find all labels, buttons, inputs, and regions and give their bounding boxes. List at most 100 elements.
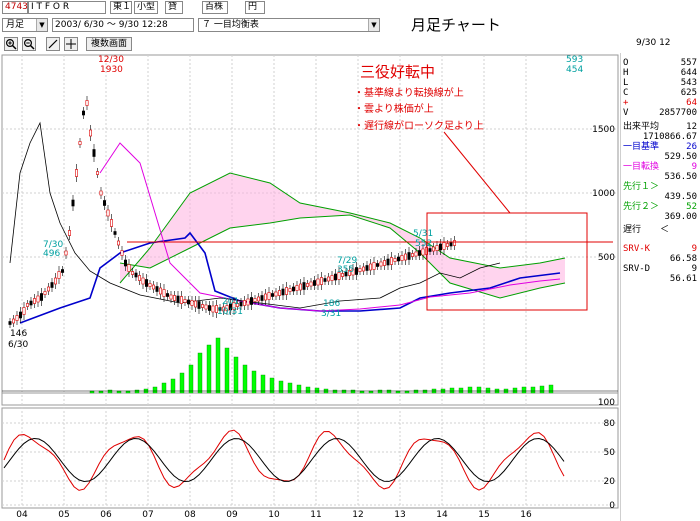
volume-bar xyxy=(296,384,302,394)
x-tick-label: 09 xyxy=(226,510,238,520)
candle-body xyxy=(169,294,173,300)
candle-body xyxy=(284,287,288,295)
candle-body xyxy=(60,269,64,273)
volume-bar xyxy=(107,389,113,394)
candle-body xyxy=(155,286,159,292)
candle-body xyxy=(288,288,292,292)
candle-body xyxy=(131,271,135,275)
candle-body xyxy=(64,250,68,256)
volume-bar xyxy=(260,374,266,394)
info-senko2-value: 369.00 xyxy=(664,212,697,222)
volume-bar xyxy=(197,352,203,394)
candle-body xyxy=(39,293,43,301)
candle-body xyxy=(309,281,313,287)
candle-body xyxy=(396,256,400,262)
candle-body xyxy=(326,276,330,282)
b-value-label: 201 xyxy=(222,297,239,307)
volume-bar xyxy=(458,387,464,394)
g-value-label: 454 xyxy=(566,65,583,75)
volume-bar xyxy=(341,389,347,394)
y-tick-label: 500 xyxy=(598,253,615,263)
info-v-row: V 2857700 xyxy=(623,108,697,118)
candle-body xyxy=(53,277,57,285)
zoom-in-icon[interactable] xyxy=(4,37,18,51)
candle-body xyxy=(354,267,358,275)
indicator-select[interactable]: ７ 一目均衡表 ▼ xyxy=(198,18,380,32)
volume-bar xyxy=(512,387,518,394)
candle-body xyxy=(393,258,397,262)
candle-body xyxy=(18,311,22,319)
volume-bar xyxy=(485,387,491,394)
toolbar-row-2: 月足 ▼ 2003/ 6/30 〜 9/30 12:28 ７ 一目均衡表 ▼ xyxy=(0,17,700,35)
candle-body xyxy=(82,110,86,116)
low1-date-label: 6/30 xyxy=(8,340,28,350)
stock-code-field[interactable]: 4743 xyxy=(2,1,28,14)
x-tick-label: 05 xyxy=(58,510,69,520)
candle-body xyxy=(445,243,449,247)
candle-body xyxy=(260,295,264,301)
x-tick-label: 16 xyxy=(520,510,532,520)
candle-body xyxy=(8,321,12,325)
candle-body xyxy=(43,291,47,295)
volume-tick-label: 100 xyxy=(598,398,615,408)
volume-bar xyxy=(314,387,320,394)
candle-body xyxy=(173,295,177,301)
volume-bar xyxy=(521,386,527,394)
zoom-out-icon[interactable] xyxy=(22,37,36,51)
candle-body xyxy=(201,304,205,308)
f-value-label: 593 xyxy=(566,55,583,65)
type-field: 貸 xyxy=(165,1,183,14)
x-tick-label: 10 xyxy=(268,510,280,520)
volume-bar xyxy=(530,386,536,394)
candle-body xyxy=(113,231,117,235)
candle-body xyxy=(71,199,75,207)
volume-bar xyxy=(377,389,383,394)
x-tick-label: 07 xyxy=(142,510,153,520)
candle-body xyxy=(449,241,453,247)
candle-body xyxy=(145,279,149,287)
volume-bar xyxy=(413,389,419,394)
candle-body xyxy=(197,301,201,309)
volume-bar xyxy=(539,385,545,394)
candle-body xyxy=(148,283,152,287)
candle-body xyxy=(414,251,418,257)
candle-body xyxy=(358,268,362,272)
x-tick-label: 13 xyxy=(394,510,405,520)
candle-body xyxy=(281,288,285,296)
candle-body xyxy=(180,296,184,304)
candle-body xyxy=(162,289,166,297)
candle-body xyxy=(253,298,257,302)
annotation-line-3: ・遅行線がローソク足より上 xyxy=(354,119,484,132)
candle-body xyxy=(379,261,383,267)
stock-name-field: I T F O R xyxy=(28,1,106,14)
candle-body xyxy=(298,283,302,291)
period-select[interactable]: 月足 ▼ xyxy=(2,18,48,32)
chart-area[interactable]: 04 05 06 07 08 09 10 11 12 13 14 15 16 1500 1000 500 100… xyxy=(0,53,620,521)
info-date: 9/30 12 xyxy=(636,38,671,48)
candle-body xyxy=(127,264,131,272)
info-panel: O 557 H 644 L 543 C 625 +64 V 2857700 出来平均 12 … xyxy=(620,53,700,521)
low1-value-label: 146 xyxy=(10,329,27,339)
candle-body xyxy=(407,252,411,260)
candle-body xyxy=(103,200,107,206)
candle-body xyxy=(361,266,365,272)
candle-body xyxy=(57,271,61,279)
date-range-field[interactable]: 2003/ 6/30 〜 9/30 12:28 xyxy=(52,18,194,32)
unit-field: 百株 xyxy=(202,1,228,14)
draw-line-icon[interactable] xyxy=(46,37,60,51)
volume-bar xyxy=(287,382,293,394)
osc-tick-label: 50 xyxy=(604,448,616,458)
chevron-down-icon: ▼ xyxy=(36,19,47,31)
osc-tick-label: 0 xyxy=(609,501,615,511)
candle-body xyxy=(50,282,54,288)
multi-chart-button[interactable]: 複数画面 xyxy=(86,37,132,51)
candle-body xyxy=(190,300,194,306)
crosshair-icon[interactable] xyxy=(64,37,78,51)
volume-bar xyxy=(422,389,428,394)
candle-body xyxy=(277,290,281,296)
candle-body xyxy=(319,277,323,285)
candle-body xyxy=(330,275,334,281)
candle-body xyxy=(89,129,93,137)
candle-body xyxy=(375,263,379,267)
c-date-label: 3/31 xyxy=(321,309,341,319)
